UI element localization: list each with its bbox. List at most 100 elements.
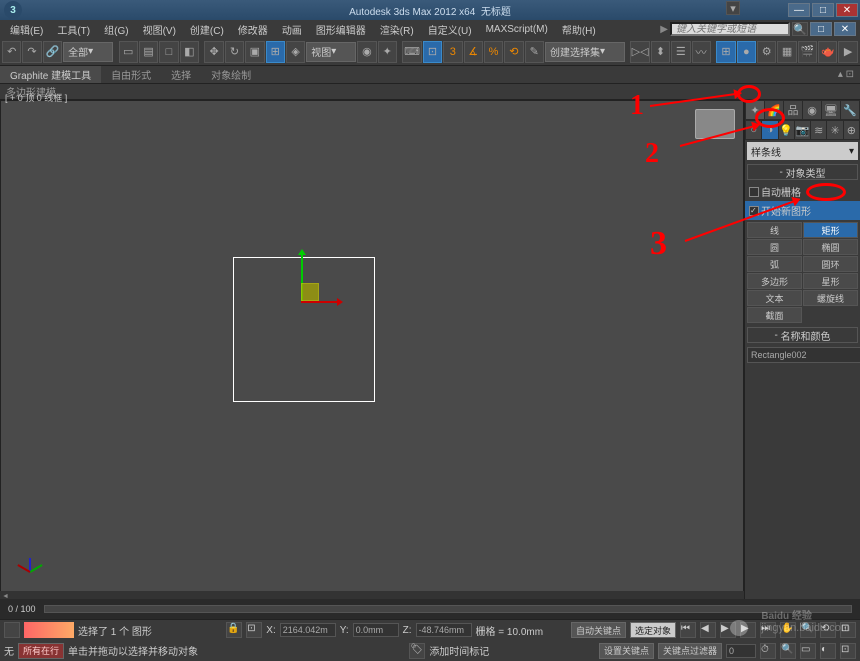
btn-text[interactable]: 文本 (747, 290, 802, 306)
menu-views[interactable]: 视图(V) (137, 22, 182, 37)
rectangle-object[interactable] (233, 257, 375, 402)
select-name-icon[interactable]: ▤ (139, 41, 158, 63)
btn-rectangle[interactable]: 矩形 (803, 222, 858, 238)
ref-coord-select[interactable]: 视图 ▾ (306, 42, 356, 62)
gizmo-xy-plane[interactable] (301, 283, 319, 301)
ribbon-graphite[interactable]: Graphite 建模工具 (0, 66, 101, 83)
play-next-icon[interactable]: ▶ (740, 622, 756, 638)
motion-tab-icon[interactable]: ◉ (803, 101, 821, 119)
selection-filter[interactable]: 全部 ▾ (63, 42, 113, 62)
menu-tools[interactable]: 工具(T) (51, 22, 96, 37)
shapes-icon[interactable]: ◑ (762, 121, 777, 139)
window-crossing-icon[interactable]: ◧ (180, 41, 199, 63)
time-config-icon[interactable]: ⏱ (760, 643, 776, 659)
spinner-snap-icon[interactable]: ⟲ (504, 41, 523, 63)
snap-2d-icon[interactable]: ⊡ (423, 41, 442, 63)
play-icon[interactable]: ▶ (720, 622, 736, 638)
nav-zoom-icon[interactable]: 🔍 (800, 622, 816, 638)
manip-icon[interactable]: ✦ (378, 41, 397, 63)
rollout-object-type[interactable]: - 对象类型 (747, 164, 858, 180)
rect-select-icon[interactable]: □ (159, 41, 178, 63)
timeline[interactable]: 0 / 100 (0, 599, 860, 619)
menu-customize[interactable]: 自定义(U) (422, 22, 478, 37)
maximize-button[interactable]: □ (812, 3, 834, 17)
play-end-icon[interactable]: ⏭ (760, 622, 776, 638)
render-prod-icon[interactable]: ▶ (838, 41, 857, 63)
btn-ellipse[interactable]: 椭圆 (803, 239, 858, 255)
nav-orbit-icon[interactable]: ⟲ (820, 622, 836, 638)
mirror-icon[interactable]: ▷◁ (630, 41, 649, 63)
trackbar-key[interactable] (24, 622, 74, 638)
timeline-track[interactable] (44, 605, 852, 613)
coord-y-input[interactable] (353, 623, 399, 637)
play-start-icon[interactable]: ⏮ (680, 622, 696, 638)
rollout-name-color[interactable]: - 名称和颜色 (747, 327, 858, 343)
time-tag-icon[interactable]: 🏷 (409, 643, 425, 659)
restore-button[interactable]: □ (810, 22, 832, 36)
render-icon[interactable]: 🎬 (798, 41, 817, 63)
keyfilter-button[interactable]: 关键点过滤器 (658, 643, 722, 659)
ribbon-selection[interactable]: 选择 (161, 66, 201, 83)
btn-circle[interactable]: 圆 (747, 239, 802, 255)
refcoord-icon[interactable]: ⊞ (266, 41, 285, 63)
btn-ngon[interactable]: 多边形 (747, 273, 802, 289)
btn-donut[interactable]: 圆环 (803, 256, 858, 272)
btn-star[interactable]: 星形 (803, 273, 858, 289)
play-prev-icon[interactable]: ◀ (700, 622, 716, 638)
iso-icon[interactable]: ⊡ (246, 622, 262, 638)
nav-minmax-icon[interactable]: ⊡ (840, 643, 856, 659)
move-icon[interactable]: ✥ (204, 41, 223, 63)
helpers-icon[interactable]: ≋ (811, 121, 826, 139)
menu-animation[interactable]: 动画 (276, 22, 308, 37)
add-marker-label[interactable]: 添加时间标记 (429, 643, 489, 658)
keyboard-icon[interactable]: ⌨ (402, 41, 421, 63)
coord-x-input[interactable] (280, 623, 336, 637)
center-icon[interactable]: ◉ (357, 41, 376, 63)
setkey-button[interactable]: 设置关键点 (599, 643, 654, 659)
edit-named-sel-icon[interactable]: ✎ (525, 41, 544, 63)
undo-icon[interactable]: ↶ (2, 41, 21, 63)
menu-modifiers[interactable]: 修改器 (232, 22, 274, 37)
systems-icon[interactable]: ⊕ (844, 121, 859, 139)
btn-section[interactable]: 截面 (747, 307, 802, 323)
menu-group[interactable]: 组(G) (98, 22, 134, 37)
btn-line[interactable]: 线 (747, 222, 802, 238)
nav-region-icon[interactable]: ▭ (800, 643, 816, 659)
gizmo-x-axis[interactable] (301, 301, 341, 303)
menu-edit[interactable]: 编辑(E) (4, 22, 49, 37)
time-slider[interactable]: 0 / 100 (8, 604, 36, 614)
btn-arc[interactable]: 弧 (747, 256, 802, 272)
lock-sel-icon[interactable]: 🔒 (226, 622, 242, 638)
ribbon-sub[interactable]: 多边形建模 (0, 84, 860, 100)
nav-pan-icon[interactable]: ✋ (780, 622, 796, 638)
help-search-input[interactable] (670, 22, 790, 36)
lock-icon[interactable] (4, 622, 20, 638)
coord-z-input[interactable] (416, 623, 472, 637)
ribbon-objpaint[interactable]: 对象绘制 (201, 66, 261, 83)
named-sel-set[interactable]: 创建选择集 ▾ (545, 42, 625, 62)
viewport-top[interactable]: [ + 0 顶 0 线框 ] (0, 100, 744, 601)
nav-zoom2-icon[interactable]: 🔍 (780, 643, 796, 659)
scale-icon[interactable]: ▣ (245, 41, 264, 63)
frame-input[interactable] (726, 644, 756, 658)
menu-graph[interactable]: 图形编辑器 (310, 22, 372, 37)
minimize-button[interactable]: — (788, 3, 810, 17)
rotate-icon[interactable]: ↻ (225, 41, 244, 63)
autokey-button[interactable]: 自动关键点 (571, 622, 626, 638)
render-setup-icon[interactable]: ⚙ (757, 41, 776, 63)
align-icon[interactable]: ⬍ (651, 41, 670, 63)
close-button[interactable]: ✕ (836, 3, 858, 17)
qat-btn[interactable]: ▾ (726, 1, 740, 15)
create-tab-icon[interactable]: ✦ (746, 101, 764, 119)
menu-help[interactable]: 帮助(H) (556, 22, 602, 37)
display-tab-icon[interactable]: 🖥 (822, 101, 840, 119)
menu-maxscript[interactable]: MAXScript(M) (480, 24, 554, 35)
angle-snap-icon[interactable]: ∡ (464, 41, 483, 63)
listener-button[interactable]: 所有在行 (18, 643, 64, 659)
link-icon[interactable]: 🔗 (43, 41, 62, 63)
menu-rendering[interactable]: 渲染(R) (374, 22, 420, 37)
cameras-icon[interactable]: 📷 (795, 121, 810, 139)
menu-create[interactable]: 创建(C) (184, 22, 230, 37)
startshape-checkbox[interactable]: 开始新图形 (745, 201, 860, 220)
geometry-icon[interactable]: ○ (746, 121, 761, 139)
